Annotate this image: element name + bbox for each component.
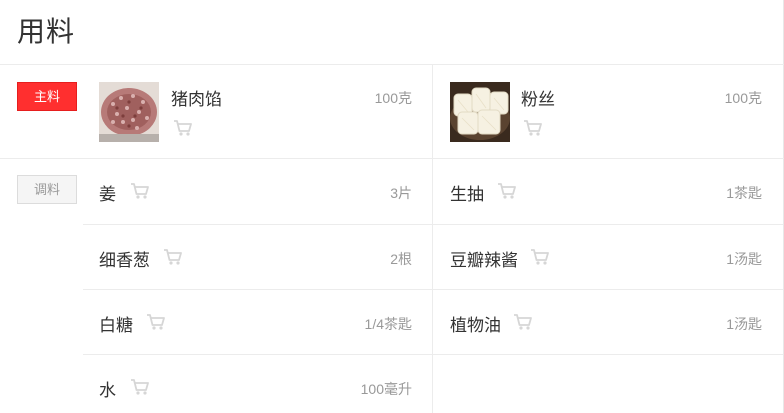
ingredient-name[interactable]: 植物油	[450, 311, 501, 336]
divider	[83, 224, 783, 225]
minced-pork-image[interactable]	[99, 82, 159, 142]
column-divider	[432, 64, 433, 413]
divider	[83, 354, 783, 355]
ingredient-amount: 1汤匙	[726, 316, 762, 332]
ingredient-name[interactable]: 白糖	[99, 311, 133, 336]
ingredients-panel: 用料 主料 猪肉馅 100克 粉丝 100克 调料 姜 3片 生抽 1茶匙 细香…	[0, 0, 784, 413]
shopping-cart-icon[interactable]	[163, 248, 183, 266]
ingredient-name[interactable]: 粉丝	[521, 85, 555, 110]
ingredient-name[interactable]: 细香葱	[99, 246, 150, 271]
ingredient-amount: 100毫升	[360, 381, 412, 397]
seasonings-tag: 调料	[17, 175, 77, 204]
shopping-cart-icon[interactable]	[130, 378, 150, 396]
ingredient-amount: 3片	[390, 185, 412, 201]
ingredient-name[interactable]: 姜	[99, 180, 116, 205]
divider	[0, 158, 784, 159]
shopping-cart-icon[interactable]	[523, 119, 543, 137]
shopping-cart-icon[interactable]	[173, 119, 193, 137]
ingredient-name[interactable]: 水	[99, 376, 116, 401]
shopping-cart-icon[interactable]	[513, 313, 533, 331]
ingredient-name[interactable]: 生抽	[450, 180, 484, 205]
shopping-cart-icon[interactable]	[530, 248, 550, 266]
ingredient-amount: 1汤匙	[726, 251, 762, 267]
divider	[83, 289, 783, 290]
divider	[0, 64, 784, 65]
shopping-cart-icon[interactable]	[130, 182, 150, 200]
ingredient-amount: 100克	[724, 90, 762, 106]
shopping-cart-icon[interactable]	[146, 313, 166, 331]
ingredient-name[interactable]: 豆瓣辣酱	[450, 246, 518, 271]
ingredient-name[interactable]: 猪肉馅	[171, 85, 222, 110]
page-title: 用料	[17, 16, 76, 47]
ingredient-amount: 2根	[390, 251, 412, 267]
main-ingredients-tag: 主料	[17, 82, 77, 111]
vermicelli-image[interactable]	[450, 82, 510, 142]
ingredient-amount: 1茶匙	[726, 185, 762, 201]
ingredient-amount: 1/4茶匙	[364, 316, 412, 332]
ingredient-amount: 100克	[374, 90, 412, 106]
shopping-cart-icon[interactable]	[497, 182, 517, 200]
